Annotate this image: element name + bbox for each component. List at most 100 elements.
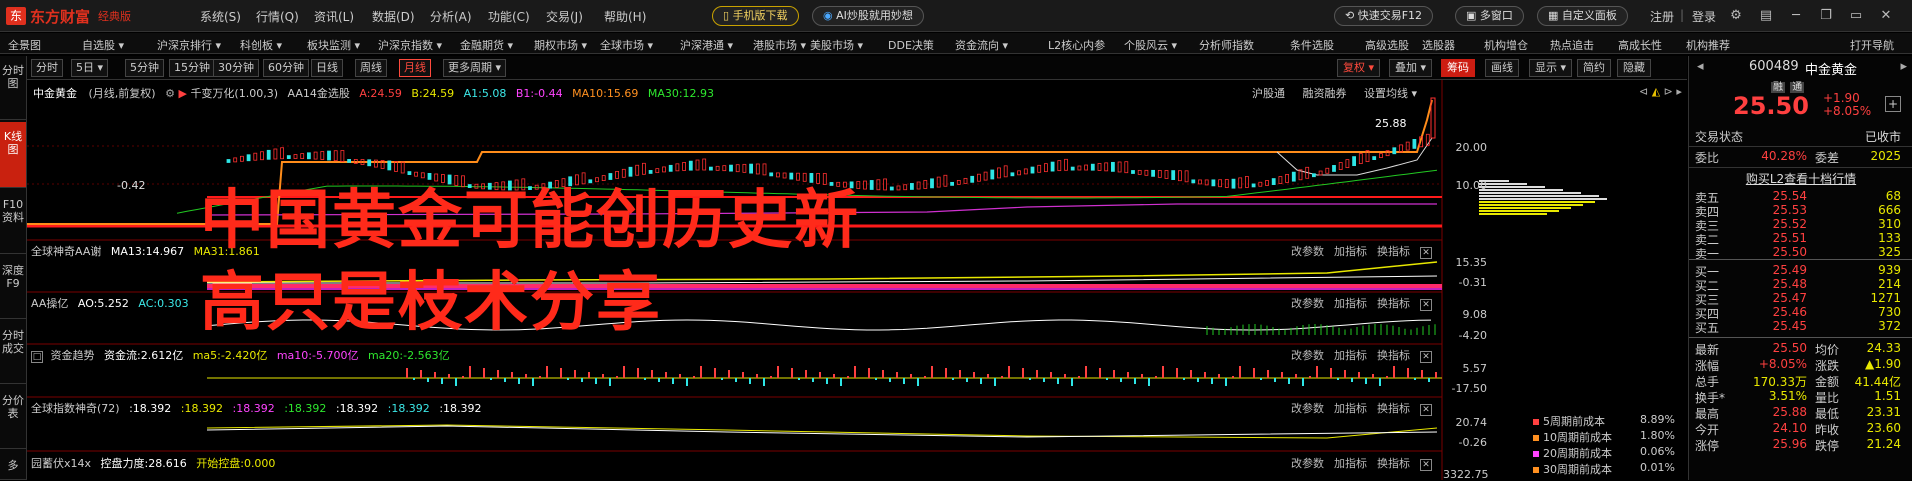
nav-item[interactable]: 港股市场 ▾ bbox=[753, 37, 806, 53]
period-6[interactable]: 日线 bbox=[311, 59, 343, 77]
arrow-left-icon[interactable]: ⊲ bbox=[1639, 85, 1648, 98]
nav-item[interactable]: 全景图 bbox=[8, 37, 41, 53]
hk-connect-link[interactable]: 沪股通 bbox=[1252, 87, 1285, 100]
buy-l2-link[interactable]: 购买L2查看十档行情 bbox=[1689, 170, 1912, 187]
tab-price-table[interactable]: 分价表 bbox=[0, 386, 26, 449]
adjust-dropdown[interactable]: 复权 ▾ bbox=[1337, 59, 1381, 77]
add-indicator-button[interactable]: 加指标 bbox=[1334, 457, 1367, 470]
custom-panel-button[interactable]: ▦ 自定义面板 bbox=[1537, 6, 1628, 26]
gear-icon[interactable]: ⚙ bbox=[165, 87, 175, 100]
add-indicator-button[interactable]: 加指标 bbox=[1334, 402, 1367, 415]
menu-quotes[interactable]: 行情(Q) bbox=[256, 8, 299, 25]
period-1[interactable]: 5日 ▾ bbox=[71, 59, 109, 77]
tab-more[interactable]: 多 bbox=[0, 451, 26, 480]
edit-params-button[interactable]: 改参数 bbox=[1291, 457, 1324, 470]
set-ma-link[interactable]: 设置均线 ▾ bbox=[1364, 87, 1417, 100]
nav-item[interactable]: 热点追击 bbox=[1550, 37, 1594, 53]
margin-link[interactable]: 融资融券 bbox=[1303, 87, 1347, 100]
nav-item[interactable]: 沪深京指数 ▾ bbox=[378, 37, 442, 53]
period-4[interactable]: 30分钟 bbox=[213, 59, 259, 77]
chips-button[interactable]: 筹码 bbox=[1441, 59, 1475, 77]
edit-params-button[interactable]: 改参数 bbox=[1291, 297, 1324, 310]
tab-f10[interactable]: F10资料 bbox=[0, 190, 26, 254]
register-link[interactable]: 注册 bbox=[1650, 8, 1674, 25]
bid-row[interactable]: 买三 25.47 1271 bbox=[1695, 291, 1907, 307]
subpanel-2-title[interactable]: AA操亿 bbox=[31, 297, 68, 310]
maximize-icon[interactable]: ▭ bbox=[1846, 6, 1866, 26]
collapse-icon[interactable]: □ bbox=[31, 351, 43, 363]
period-9[interactable]: 更多周期 ▾ bbox=[443, 59, 507, 77]
ask-row[interactable]: 卖二 25.51 133 bbox=[1695, 231, 1907, 247]
menu-help[interactable]: 帮助(H) bbox=[604, 8, 646, 25]
nav-item[interactable]: 资金流向 ▾ bbox=[955, 37, 1008, 53]
bid-row[interactable]: 买四 25.46 730 bbox=[1695, 305, 1907, 321]
skin-icon[interactable]: ▤ bbox=[1756, 6, 1776, 26]
menu-functions[interactable]: 功能(C) bbox=[488, 8, 530, 25]
nav-item[interactable]: 美股市场 ▾ bbox=[810, 37, 863, 53]
next-stock-icon[interactable]: ▸ bbox=[1900, 59, 1907, 74]
login-link[interactable]: 登录 bbox=[1692, 8, 1716, 25]
close-icon[interactable]: ✕ bbox=[1876, 6, 1896, 26]
multi-window-button[interactable]: ▣ 多窗口 bbox=[1455, 6, 1524, 26]
nav-item[interactable]: 金融期货 ▾ bbox=[460, 37, 513, 53]
bid-row[interactable]: 买二 25.48 214 bbox=[1695, 277, 1907, 293]
period-7[interactable]: 周线 bbox=[355, 59, 387, 77]
bid-row[interactable]: 买五 25.45 372 bbox=[1695, 319, 1907, 335]
edit-params-button[interactable]: 改参数 bbox=[1291, 245, 1324, 258]
ask-row[interactable]: 卖三 25.52 310 bbox=[1695, 217, 1907, 233]
change-indicator-button[interactable]: 换指标 bbox=[1377, 245, 1410, 258]
arrow-mid-icon[interactable]: ◭ bbox=[1648, 85, 1660, 98]
indicator-name[interactable]: 千变万化(1.00,3) bbox=[190, 87, 278, 100]
subpanel-3-title[interactable]: 资金趋势 bbox=[51, 349, 95, 362]
settings-icon[interactable]: ⚙ bbox=[1726, 6, 1746, 26]
mobile-download-button[interactable]: ▯ 手机版下载 bbox=[712, 6, 799, 26]
nav-item[interactable]: 高级选股 bbox=[1365, 37, 1409, 53]
tab-ticks[interactable]: 分时成交 bbox=[0, 321, 26, 384]
subpanel-4-title[interactable]: 全球指数神奇(72) bbox=[31, 402, 120, 415]
ask-row[interactable]: 卖一 25.50 325 bbox=[1695, 245, 1907, 261]
ask-row[interactable]: 卖四 25.53 666 bbox=[1695, 203, 1907, 219]
subpanel-5-title[interactable]: 园蓄伏x14x bbox=[31, 457, 91, 470]
period-0[interactable]: 分时 bbox=[31, 59, 63, 77]
nav-item[interactable]: DDE决策 bbox=[888, 37, 934, 53]
period-8[interactable]: 月线 bbox=[399, 59, 431, 77]
ask-row[interactable]: 卖五 25.54 68 bbox=[1695, 189, 1907, 205]
nav-item[interactable]: 打开导航 bbox=[1850, 37, 1894, 53]
period-3[interactable]: 15分钟 bbox=[169, 59, 215, 77]
nav-item[interactable]: 板块监测 ▾ bbox=[307, 37, 360, 53]
add-watchlist-icon[interactable]: + bbox=[1885, 96, 1901, 112]
close-icon[interactable]: ✕ bbox=[1420, 404, 1432, 416]
hide-button[interactable]: 隐藏 bbox=[1617, 59, 1651, 77]
change-indicator-button[interactable]: 换指标 bbox=[1377, 402, 1410, 415]
nav-item[interactable]: 科创板 ▾ bbox=[240, 37, 282, 53]
arrow-right-icon[interactable]: ⊳ bbox=[1660, 85, 1673, 98]
period-2[interactable]: 5分钟 bbox=[125, 59, 164, 77]
minimize-icon[interactable]: ─ bbox=[1786, 6, 1806, 26]
ai-assistant-button[interactable]: ◉ AI炒股就用妙想 bbox=[812, 6, 924, 26]
restore-icon[interactable]: ❐ bbox=[1816, 6, 1836, 26]
tab-kline[interactable]: K线图 bbox=[0, 122, 26, 188]
subpanel-1-title[interactable]: 全球神奇AA谢 bbox=[31, 245, 101, 258]
nav-item[interactable]: 期权市场 ▾ bbox=[534, 37, 587, 53]
close-icon[interactable]: ✕ bbox=[1420, 351, 1432, 363]
close-icon[interactable]: ✕ bbox=[1420, 247, 1432, 259]
prev-stock-icon[interactable]: ◂ bbox=[1697, 59, 1704, 74]
nav-item[interactable]: 高成长性 bbox=[1618, 37, 1662, 53]
menu-data[interactable]: 数据(D) bbox=[372, 8, 415, 25]
add-indicator-button[interactable]: 加指标 bbox=[1334, 245, 1367, 258]
tab-intraday[interactable]: 分时图 bbox=[0, 56, 26, 120]
nav-item[interactable]: 沪深港通 ▾ bbox=[680, 37, 733, 53]
nav-item[interactable]: 选股器 bbox=[1422, 37, 1455, 53]
nav-item[interactable]: 个股风云 ▾ bbox=[1124, 37, 1177, 53]
next-icon[interactable]: ▸ bbox=[1673, 85, 1682, 98]
edit-params-button[interactable]: 改参数 bbox=[1291, 349, 1324, 362]
menu-analysis[interactable]: 分析(A) bbox=[430, 8, 472, 25]
period-5[interactable]: 60分钟 bbox=[263, 59, 309, 77]
nav-item[interactable]: 分析师指数 bbox=[1199, 37, 1254, 53]
menu-trade[interactable]: 交易(J) bbox=[546, 8, 583, 25]
nav-item[interactable]: 机构增仓 bbox=[1484, 37, 1528, 53]
quick-trade-button[interactable]: ⟲ 快速交易F12 bbox=[1334, 6, 1434, 26]
nav-item[interactable]: 全球市场 ▾ bbox=[600, 37, 653, 53]
close-icon[interactable]: ✕ bbox=[1420, 299, 1432, 311]
add-indicator-button[interactable]: 加指标 bbox=[1334, 349, 1367, 362]
